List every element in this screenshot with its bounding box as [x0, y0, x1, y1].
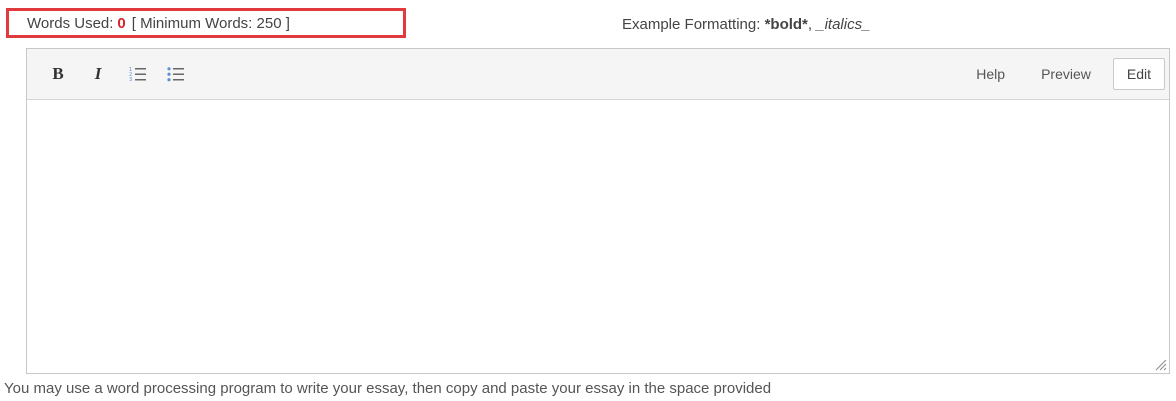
unordered-list-icon — [167, 67, 184, 82]
bold-example: *bold* — [764, 16, 808, 33]
words-used-count: 0 — [117, 14, 126, 32]
essay-editor: B I 1 2 3 Help Preview Edit — [26, 48, 1170, 374]
formatting-hint-separator: , — [807, 16, 813, 33]
svg-text:3: 3 — [129, 77, 132, 82]
help-link[interactable]: Help — [962, 58, 1019, 90]
formatting-hint: Example Formatting: *bold*, _italics_ — [622, 16, 870, 33]
resize-grip-icon[interactable] — [1153, 357, 1167, 371]
editor-mode-tabs: Help Preview Edit — [962, 49, 1165, 99]
editor-toolbar: B I 1 2 3 Help Preview Edit — [27, 49, 1169, 100]
formatting-hint-prefix: Example Formatting: — [622, 16, 761, 33]
ordered-list-button[interactable]: 1 2 3 — [123, 59, 153, 89]
instruction-note: You may use a word processing program to… — [4, 380, 772, 397]
minimum-words-label: [ Minimum Words: 250 ] — [131, 14, 290, 32]
words-used-label: Words Used: — [27, 14, 114, 32]
bold-button[interactable]: B — [43, 59, 73, 89]
italic-example: _italics_ — [816, 16, 871, 33]
word-count-indicator: Words Used: 0 [ Minimum Words: 250 ] — [6, 8, 406, 38]
essay-text-area[interactable] — [27, 100, 1169, 373]
ordered-list-icon: 1 2 3 — [129, 67, 146, 82]
edit-tab[interactable]: Edit — [1112, 58, 1165, 90]
preview-tab[interactable]: Preview — [1027, 58, 1105, 90]
italic-button[interactable]: I — [83, 59, 113, 89]
unordered-list-button[interactable] — [161, 59, 191, 89]
